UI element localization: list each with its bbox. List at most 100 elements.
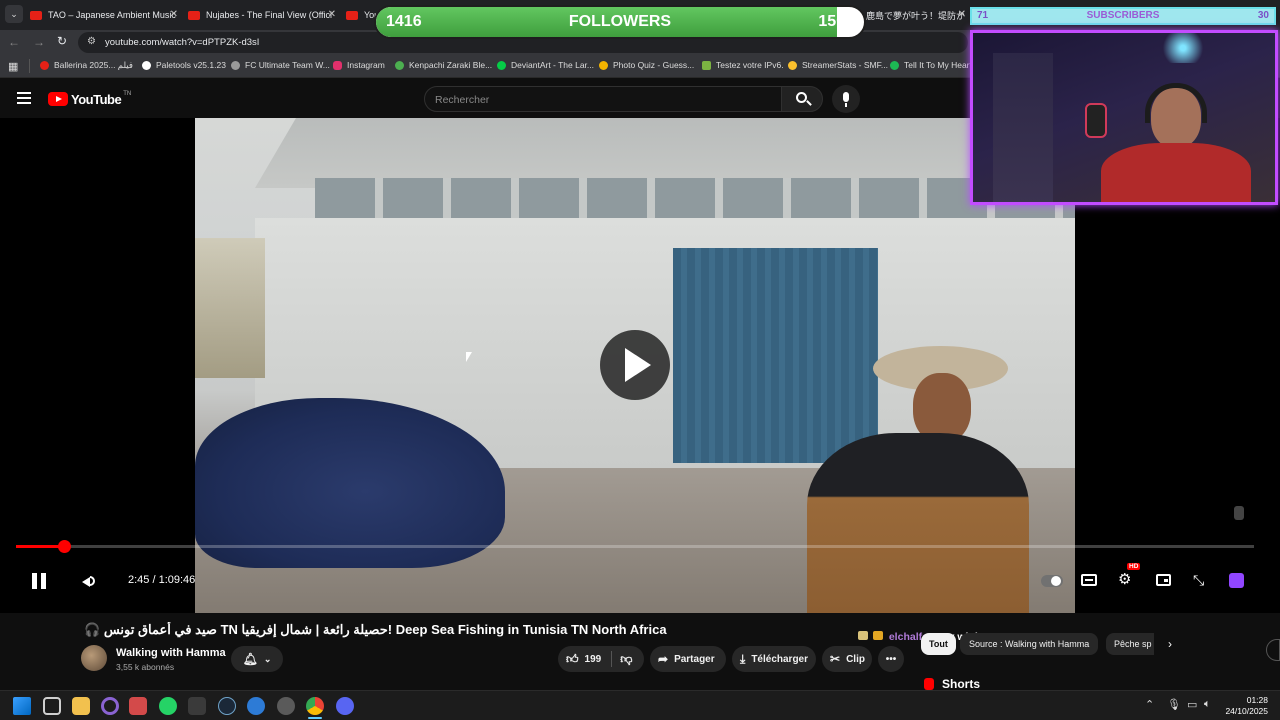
chip-fishing[interactable]: Pêche sp (1106, 633, 1154, 655)
menu-icon[interactable] (17, 92, 31, 104)
mouse-cursor-icon (466, 352, 472, 362)
browser-tab[interactable]: Nujabes - The Final View (Offici ✕ (188, 4, 338, 26)
building-windows (315, 178, 1075, 218)
bookmark-favicon-icon (599, 60, 608, 70)
clock-date[interactable]: 24/10/2025 (1222, 706, 1268, 716)
chip-source[interactable]: Source : Walking with Hamma (960, 633, 1099, 655)
like-button[interactable]: 👍︎ 199 (558, 652, 601, 667)
clock-time[interactable]: 01:28 (1236, 695, 1268, 705)
notification-bell-button[interactable]: 🔔︎ ⌄ (231, 646, 283, 672)
browser-tab[interactable]: 鹿島で夢が叶う！堤防から ✕ (866, 4, 966, 26)
channel-name[interactable]: Walking with Hamma (116, 647, 226, 659)
steam-icon[interactable] (218, 697, 236, 715)
small-logo-icon (1234, 506, 1244, 520)
share-button[interactable]: ➦ Partager (650, 646, 726, 672)
whatsapp-icon[interactable] (159, 697, 177, 715)
bookmark-item[interactable]: Ballerina 2025... فيلم (40, 60, 133, 71)
video-info: 🎧 صيد في أعماق تونس TN حصيلة رائعة | شما… (0, 613, 1280, 691)
clip-button[interactable]: ✂ Clip (822, 646, 872, 672)
progress-scrubber[interactable] (58, 540, 72, 553)
youtube-logo[interactable]: YouTube TN (48, 91, 131, 107)
discord-icon[interactable] (336, 697, 354, 715)
browser-tab[interactable]: You (346, 4, 376, 26)
webcam-person-shirt (1101, 143, 1251, 202)
tab-close-icon[interactable]: ✕ (958, 9, 966, 20)
twitch-extension-icon[interactable] (1229, 573, 1244, 588)
app-icon[interactable] (247, 697, 265, 715)
bookmark-favicon-icon (142, 60, 151, 70)
pause-button[interactable] (32, 573, 48, 591)
share-label: Partager (674, 653, 715, 665)
tab-list-button[interactable]: ⌄ (5, 5, 23, 23)
bookmark-item[interactable]: FC Ultimate Team W... (231, 60, 330, 70)
snipping-tool-icon[interactable] (129, 697, 147, 715)
settings-button[interactable]: ⚙ HD (1118, 563, 1141, 588)
site-info-icon[interactable]: ⚙ (87, 36, 96, 47)
chevron-up-icon[interactable]: ⌃ (1145, 698, 1154, 711)
subtitles-button[interactable] (1081, 574, 1097, 586)
bookmark-label: Photo Quiz - Guess... (613, 60, 695, 70)
progress-track[interactable] (16, 545, 1254, 548)
shorts-icon (924, 678, 934, 690)
bookmark-item[interactable]: Tell It To My Heart (890, 60, 972, 70)
task-view-icon[interactable] (43, 697, 61, 715)
voice-search-button[interactable] (832, 85, 860, 113)
subtitles-icon (1085, 579, 1093, 581)
back-icon[interactable]: ← (8, 35, 20, 49)
bookmark-item[interactable]: DeviantArt - The Lar... (497, 60, 594, 70)
bookmark-label: Testez votre IPv6. (716, 60, 784, 70)
warehouse-door (673, 248, 878, 463)
tab-close-icon[interactable]: ✕ (328, 9, 336, 20)
bookmark-label: Ballerina 2025... فيلم (54, 60, 133, 70)
bookmark-item[interactable]: StreamerStats - SMF... (788, 60, 888, 70)
fullscreen-button[interactable]: ⤡ (1193, 573, 1208, 588)
chip-label: Source : Walking with Hamma (969, 639, 1090, 649)
search-button[interactable] (781, 86, 823, 112)
forward-icon[interactable]: → (33, 35, 45, 49)
reload-icon[interactable]: ↻ (57, 34, 67, 48)
bookmark-item[interactable]: Testez votre IPv6. (702, 60, 784, 70)
channel-avatar[interactable] (81, 645, 107, 671)
windows-start-icon[interactable] (13, 697, 31, 715)
apps-grid-icon[interactable]: ▦ (8, 60, 18, 73)
chip-all[interactable]: Tout (921, 633, 956, 655)
chrome-icon[interactable] (306, 697, 324, 715)
more-actions-button[interactable]: ••• (878, 646, 904, 672)
like-count: 199 (584, 653, 602, 665)
bookmark-item[interactable]: Photo Quiz - Guess... (599, 60, 694, 70)
left-buildings (195, 238, 265, 378)
autoplay-toggle[interactable] (1041, 575, 1063, 587)
fullscreen-icon: ⤡ (1193, 572, 1205, 588)
bookmark-label: StreamerStats - SMF... (802, 60, 888, 70)
bookmark-label: Kenpachi Zaraki Ble... (409, 60, 493, 70)
youtube-play-logo-icon (48, 92, 68, 106)
webcam-lights (1153, 33, 1213, 63)
chip-label: Tout (929, 639, 948, 649)
microphone-icon[interactable]: 🎙︎ (1167, 698, 1181, 711)
download-button[interactable]: ⤓ Télécharger (732, 646, 816, 672)
bookmark-label: Paletools v25.1.23 (156, 60, 226, 70)
bookmark-favicon-icon (788, 60, 797, 70)
tab-close-icon[interactable]: ✕ (170, 9, 178, 20)
file-explorer-icon[interactable] (72, 697, 90, 715)
bookmark-item[interactable]: Instagram (333, 60, 385, 70)
deviantart-icon (497, 60, 506, 70)
theater-mode-button[interactable] (1156, 574, 1171, 586)
dislike-button[interactable]: 👎︎ (620, 652, 632, 667)
browser-tab[interactable]: TAO – Japanese Ambient Music ✕ (30, 4, 180, 26)
app-icon[interactable] (101, 697, 119, 715)
chevron-right-icon[interactable]: › (1168, 637, 1172, 651)
volume-button[interactable] (80, 572, 100, 590)
side-expand-button[interactable] (1266, 639, 1280, 661)
bookmark-item[interactable]: Paletools v25.1.23 (142, 60, 226, 70)
bookmark-item[interactable]: Kenpachi Zaraki Ble... (395, 60, 492, 70)
followers-goal-bar: 1416 FOLLOWERS 1500 (374, 5, 866, 39)
center-play-button[interactable] (600, 330, 670, 400)
app-icon[interactable] (277, 697, 295, 715)
speaker-icon[interactable]: 🔈︎ (1204, 698, 1211, 711)
network-icon[interactable]: ▭ (1187, 698, 1197, 711)
app-icon[interactable] (188, 697, 206, 715)
shorts-header: Shorts (924, 677, 980, 691)
video-frame[interactable] (195, 118, 1075, 613)
search-input[interactable]: Rechercher (424, 86, 782, 112)
